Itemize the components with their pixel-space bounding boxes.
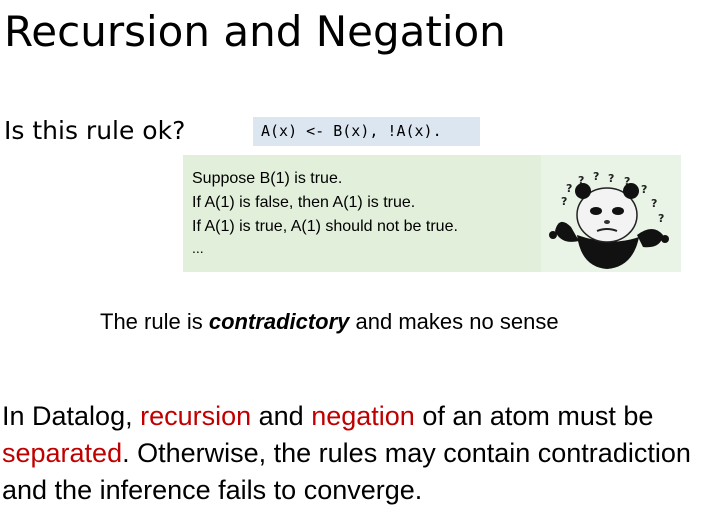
question-text: Is this rule ok? xyxy=(4,116,186,145)
statement-part-1: In Datalog, xyxy=(2,401,141,431)
reasoning-line-3: If A(1) is true, A(1) should not be true… xyxy=(192,218,458,235)
statement-keyword-recursion: recursion xyxy=(140,401,252,431)
statement-part-3: of an atom must be xyxy=(414,401,654,431)
conclusion-suffix: and makes no sense xyxy=(349,309,559,334)
statement-keyword-negation: negation xyxy=(311,401,415,431)
svg-text:?: ? xyxy=(593,170,599,183)
confused-panda-icon: ? ? ? ? ? ? ? ? ? xyxy=(549,170,669,269)
reasoning-box: Suppose B(1) is true. If A(1) is false, … xyxy=(183,155,541,272)
datalog-statement: In Datalog, recursion and negation of an… xyxy=(2,398,704,509)
svg-text:?: ? xyxy=(641,183,647,196)
svg-text:?: ? xyxy=(566,182,572,195)
reasoning-line-2: If A(1) is false, then A(1) is true. xyxy=(192,194,416,211)
svg-text:?: ? xyxy=(608,172,614,185)
reasoning-line-ellipsis: ... xyxy=(192,240,204,256)
svg-text:?: ? xyxy=(658,212,664,225)
slide-title: Recursion and Negation xyxy=(4,7,506,56)
rule-code-box: A(x) <- B(x), !A(x). xyxy=(253,117,480,146)
svg-text:?: ? xyxy=(561,195,567,208)
svg-text:?: ? xyxy=(651,197,657,210)
conclusion-emphasis: contradictory xyxy=(208,309,350,334)
statement-keyword-separated: separated xyxy=(2,438,123,468)
statement-part-2: and xyxy=(251,401,312,431)
conclusion-prefix: The rule is xyxy=(100,309,209,334)
reasoning-line-1: Suppose B(1) is true. xyxy=(192,170,343,187)
confused-panda-meme: ? ? ? ? ? ? ? ? ? xyxy=(541,155,681,272)
conclusion-text: The rule is contradictory and makes no s… xyxy=(100,306,559,338)
